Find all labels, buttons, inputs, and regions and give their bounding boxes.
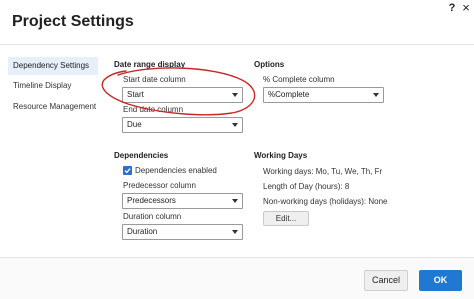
cancel-button[interactable]: Cancel [364, 270, 408, 291]
chevron-down-icon [232, 123, 238, 127]
dialog-title: Project Settings [12, 13, 134, 30]
sidebar-item-dependency-settings[interactable]: Dependency Settings [8, 57, 98, 75]
start-date-column-label: Start date column [123, 75, 186, 84]
complete-column-label: % Complete column [263, 75, 335, 84]
help-icon[interactable]: ? [447, 1, 457, 15]
predecessor-column-label: Predecessor column [123, 181, 196, 190]
duration-column-label: Duration column [123, 212, 182, 221]
chevron-down-icon [232, 230, 238, 234]
date-range-section-label: Date range display [114, 60, 186, 69]
non-working-days-text: Non-working days (holidays): None [263, 197, 388, 206]
working-days-text: Working days: Mo, Tu, We, Th, Fr [263, 167, 383, 176]
start-date-column-select[interactable]: Start [122, 87, 243, 103]
ok-button[interactable]: OK [419, 270, 462, 291]
predecessor-column-select[interactable]: Predecessors [122, 193, 243, 209]
dialog-title-bar: Project Settings ? × [0, 0, 474, 44]
complete-column-select[interactable]: %Complete [263, 87, 384, 103]
end-date-column-select[interactable]: Due [122, 117, 243, 133]
chevron-down-icon [232, 199, 238, 203]
length-of-day-text: Length of Day (hours): 8 [263, 182, 350, 191]
checkmark-icon [124, 168, 131, 174]
predecessor-column-value: Predecessors [127, 196, 176, 205]
options-section-label: Options [254, 60, 285, 69]
working-days-section-label: Working Days [254, 151, 308, 160]
sidebar-item-timeline-display[interactable]: Timeline Display [8, 77, 98, 95]
close-icon[interactable]: × [460, 1, 472, 15]
chevron-down-icon [232, 93, 238, 97]
dependencies-section-label: Dependencies [114, 151, 169, 160]
dependencies-enabled-label: Dependencies enabled [135, 166, 217, 175]
end-date-column-label: End date column [123, 105, 184, 114]
dependencies-enabled-checkbox[interactable] [123, 166, 132, 175]
complete-column-value: %Complete [268, 90, 310, 99]
chevron-down-icon [373, 93, 379, 97]
start-date-column-value: Start [127, 90, 144, 99]
edit-working-days-button[interactable]: Edit... [263, 211, 309, 226]
end-date-column-value: Due [127, 120, 142, 129]
duration-column-select[interactable]: Duration [122, 224, 243, 240]
duration-column-value: Duration [127, 227, 158, 236]
sidebar-item-resource-management[interactable]: Resource Management [8, 98, 98, 116]
footer-divider [0, 257, 474, 258]
